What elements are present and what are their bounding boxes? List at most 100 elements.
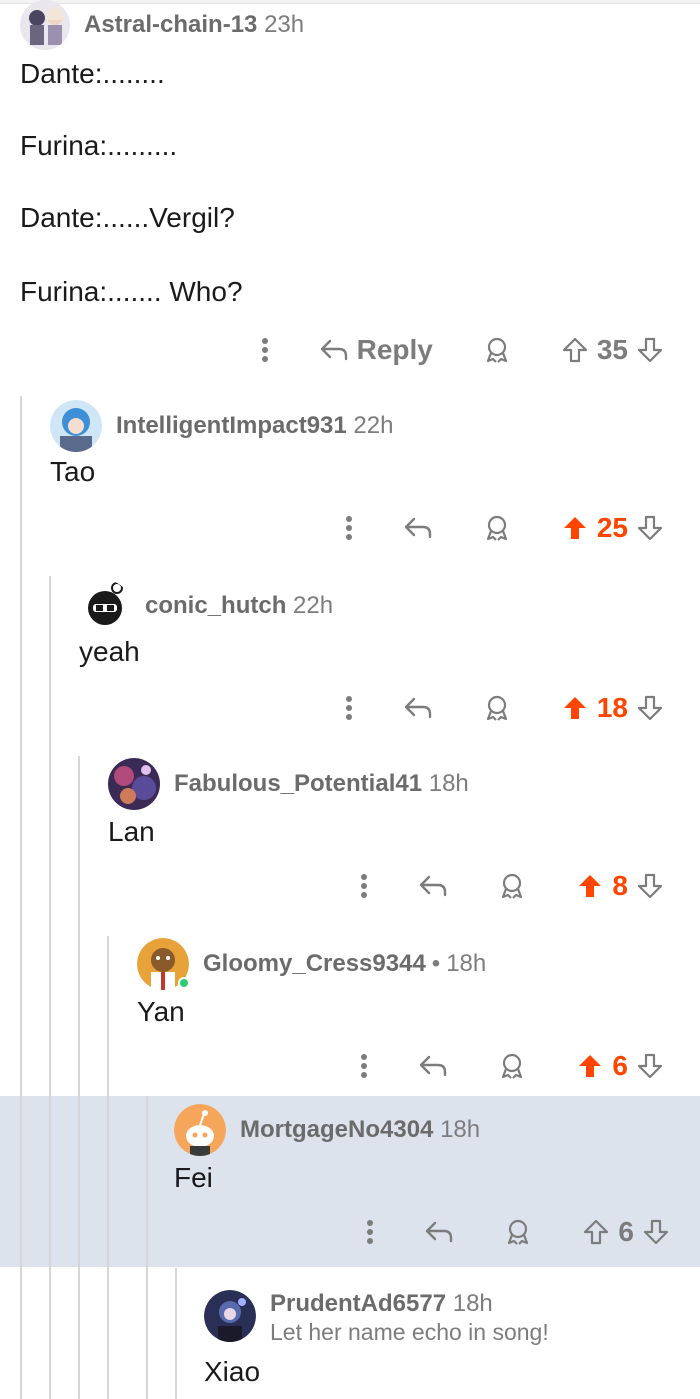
vote-group: 6 bbox=[582, 1216, 670, 1248]
username[interactable]: Fabulous_Potential41 bbox=[174, 770, 422, 797]
comment-line: Furina:....... Who? bbox=[20, 276, 243, 307]
award-button[interactable] bbox=[483, 514, 511, 542]
timestamp: 18h bbox=[428, 770, 469, 797]
more-options-button[interactable] bbox=[350, 1219, 390, 1245]
score: 25 bbox=[596, 512, 628, 543]
comment-meta: Astral-chain-13 23h bbox=[84, 11, 304, 39]
avatar[interactable] bbox=[20, 0, 70, 50]
upvote-arrow-icon[interactable] bbox=[576, 872, 604, 900]
award-button[interactable] bbox=[498, 1052, 526, 1080]
comment-meta: Fabulous_Potential41 18h bbox=[174, 770, 469, 798]
more-vertical-icon bbox=[345, 516, 352, 540]
more-options-button[interactable] bbox=[245, 337, 285, 363]
vote-group: 25 bbox=[561, 512, 664, 544]
online-status-indicator bbox=[178, 977, 190, 989]
reply-arrow-icon bbox=[320, 339, 347, 361]
meta-separator: • bbox=[431, 950, 441, 977]
comment-header: IntelligentImpact931 22h bbox=[50, 400, 393, 452]
more-vertical-icon bbox=[261, 338, 268, 362]
comment-header: MortgageNo4304 18h bbox=[174, 1104, 480, 1156]
upvote-arrow-icon[interactable] bbox=[582, 1218, 610, 1246]
award-button[interactable] bbox=[498, 872, 526, 900]
award-button[interactable] bbox=[483, 336, 511, 364]
comment-header: conic_hutch 22h bbox=[79, 580, 333, 632]
upvote-arrow-icon[interactable] bbox=[561, 514, 589, 542]
username[interactable]: conic_hutch bbox=[145, 592, 286, 619]
downvote-arrow-icon[interactable] bbox=[636, 1052, 664, 1080]
comment-actions: 18 bbox=[329, 688, 664, 728]
user-flair: Let her name echo in song! bbox=[270, 1319, 549, 1345]
comment-actions: 6 bbox=[350, 1212, 670, 1252]
more-options-button[interactable] bbox=[344, 873, 384, 899]
timestamp: 18h bbox=[440, 1116, 481, 1143]
username[interactable]: IntelligentImpact931 bbox=[116, 412, 347, 439]
reply-arrow-icon bbox=[420, 1055, 447, 1077]
thread-line-2[interactable] bbox=[49, 576, 51, 1399]
upvote-arrow-icon[interactable] bbox=[561, 694, 589, 722]
reply-arrow-icon bbox=[420, 875, 447, 897]
downvote-arrow-icon[interactable] bbox=[636, 336, 664, 364]
more-vertical-icon bbox=[361, 874, 368, 898]
comment-line: Furina:......... bbox=[20, 130, 178, 161]
award-icon bbox=[486, 695, 507, 721]
username[interactable]: PrudentAd6577 bbox=[270, 1290, 446, 1317]
reply-button[interactable] bbox=[424, 1220, 454, 1244]
more-options-button[interactable] bbox=[329, 515, 369, 541]
downvote-arrow-icon[interactable] bbox=[642, 1218, 670, 1246]
timestamp: 23h bbox=[264, 11, 305, 38]
comment-header: Astral-chain-13 23h bbox=[20, 0, 304, 50]
comment-meta: conic_hutch 22h bbox=[145, 592, 333, 620]
more-options-button[interactable] bbox=[329, 695, 369, 721]
upvote-arrow-icon[interactable] bbox=[561, 336, 589, 364]
thread-line-4[interactable] bbox=[107, 936, 109, 1399]
comment-header: Gloomy_Cress9344 • 18h bbox=[137, 938, 486, 990]
thread-line-1[interactable] bbox=[20, 396, 22, 1399]
avatar[interactable] bbox=[137, 938, 190, 990]
avatar[interactable] bbox=[108, 758, 160, 810]
more-vertical-icon bbox=[345, 696, 352, 720]
downvote-arrow-icon[interactable] bbox=[636, 514, 664, 542]
avatar[interactable] bbox=[204, 1290, 256, 1342]
username[interactable]: Astral-chain-13 bbox=[84, 11, 257, 38]
timestamp: 18h bbox=[446, 950, 487, 977]
more-vertical-icon bbox=[361, 1054, 368, 1078]
comment-body: Yan bbox=[137, 996, 185, 1027]
score: 18 bbox=[596, 692, 628, 723]
comment-body: Lan bbox=[108, 816, 155, 847]
downvote-arrow-icon[interactable] bbox=[636, 872, 664, 900]
comment-meta: MortgageNo4304 18h bbox=[240, 1116, 480, 1144]
avatar[interactable] bbox=[174, 1104, 226, 1156]
comment-body: Tao bbox=[50, 456, 96, 487]
timestamp: 22h bbox=[353, 412, 394, 439]
reply-button[interactable] bbox=[418, 1054, 448, 1078]
reply-button[interactable] bbox=[403, 516, 433, 540]
comment-actions: 6 bbox=[344, 1046, 664, 1086]
award-icon bbox=[486, 337, 507, 363]
username[interactable]: Gloomy_Cress9344 bbox=[203, 950, 426, 977]
score: 6 bbox=[612, 1050, 628, 1081]
reply-button[interactable] bbox=[418, 874, 448, 898]
avatar[interactable] bbox=[79, 580, 131, 632]
award-button[interactable] bbox=[483, 694, 511, 722]
avatar[interactable] bbox=[50, 400, 102, 452]
upvote-arrow-icon[interactable] bbox=[576, 1052, 604, 1080]
thread-line-3[interactable] bbox=[78, 756, 80, 1399]
reply-label: Reply bbox=[356, 334, 433, 365]
comment-body: Xiao bbox=[204, 1356, 261, 1387]
thread-line-6[interactable] bbox=[175, 1268, 177, 1399]
downvote-arrow-icon[interactable] bbox=[636, 694, 664, 722]
reply-arrow-icon bbox=[404, 697, 432, 719]
score: 35 bbox=[596, 334, 628, 365]
timestamp: 22h bbox=[293, 592, 334, 619]
thread-line-5[interactable] bbox=[146, 1096, 148, 1399]
username[interactable]: MortgageNo4304 bbox=[240, 1116, 433, 1143]
reply-button[interactable]: Reply bbox=[319, 334, 433, 366]
comment-line: Dante:........ bbox=[20, 58, 165, 89]
more-options-button[interactable] bbox=[344, 1053, 384, 1079]
vote-group: 18 bbox=[561, 692, 664, 724]
reply-button[interactable] bbox=[403, 696, 433, 720]
score: 8 bbox=[612, 870, 628, 901]
award-icon bbox=[508, 1219, 529, 1245]
comment-line: Dante:......Vergil? bbox=[20, 202, 235, 233]
award-button[interactable] bbox=[504, 1218, 532, 1246]
